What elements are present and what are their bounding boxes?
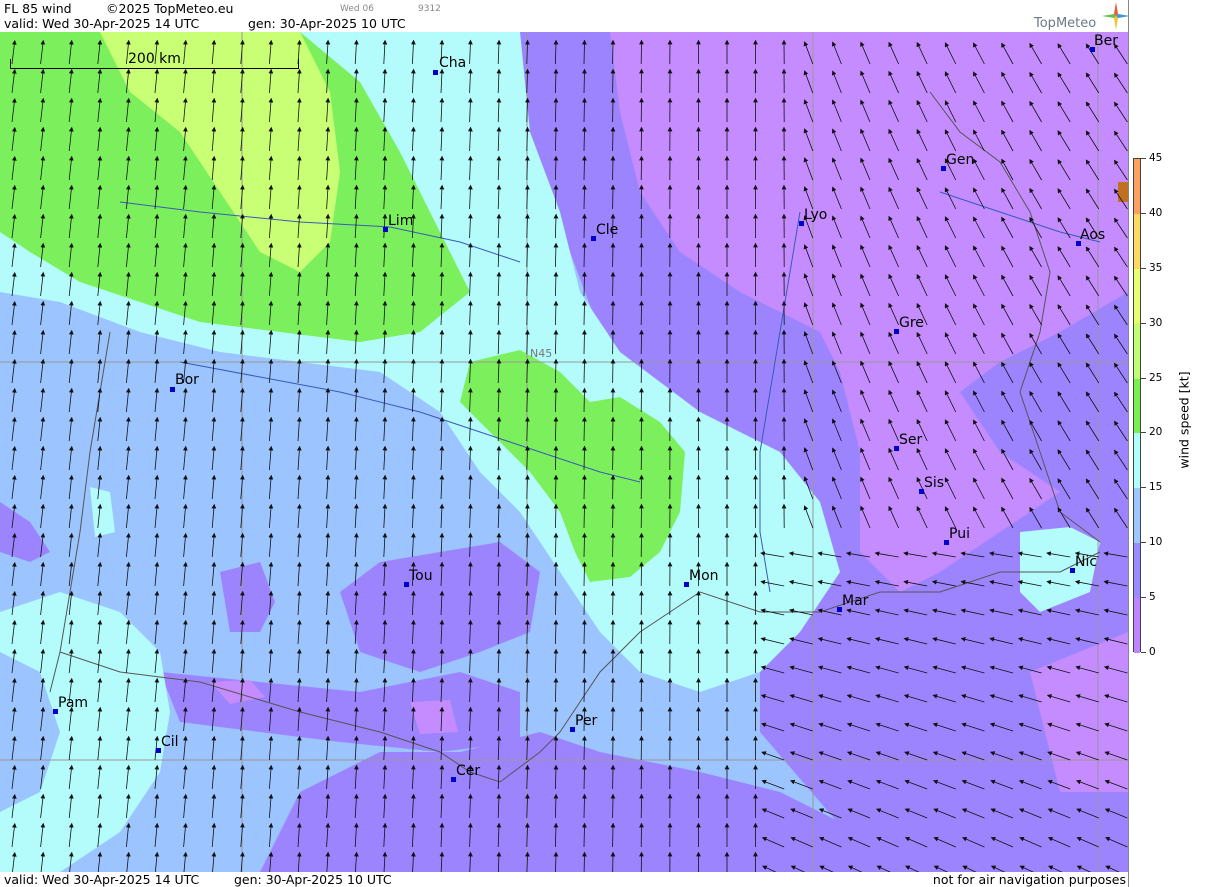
day-tag: Wed 06 bbox=[340, 4, 374, 14]
legend-tick-label: 10 bbox=[1149, 536, 1163, 549]
wind-arrow bbox=[582, 532, 587, 558]
city-per[interactable]: Per bbox=[575, 713, 597, 729]
wind-arrow bbox=[582, 503, 587, 529]
wind-arrow bbox=[582, 300, 587, 326]
legend-tick-mark bbox=[1141, 487, 1146, 489]
city-tou[interactable]: Tou bbox=[409, 568, 433, 584]
legend-tick-label: 20 bbox=[1149, 426, 1163, 439]
topmeteo-logo[interactable]: TopMeteo bbox=[1032, 2, 1130, 32]
city-mon[interactable]: Mon bbox=[689, 568, 719, 584]
city-lyo[interactable]: Lyo bbox=[804, 207, 827, 223]
legend-tick-mark bbox=[1141, 322, 1146, 324]
city-gre[interactable]: Gre bbox=[899, 315, 924, 331]
wind-arrow bbox=[582, 387, 587, 413]
wind-arrow bbox=[582, 68, 587, 94]
legend-tick-mark bbox=[1141, 158, 1146, 159]
legend-segment bbox=[1134, 433, 1140, 489]
city-cer[interactable]: Cer bbox=[456, 763, 480, 779]
legend-tick-mark bbox=[1141, 267, 1146, 269]
wind-arrow bbox=[582, 619, 587, 645]
footer-valid-time: valid: Wed 30-Apr-2025 14 UTC bbox=[4, 872, 200, 887]
legend-segment bbox=[1134, 378, 1140, 434]
city-ser[interactable]: Ser bbox=[899, 432, 922, 448]
city-cha[interactable]: Cha bbox=[439, 55, 466, 71]
legend-tick-label: 40 bbox=[1149, 206, 1163, 219]
wind-arrow bbox=[582, 126, 587, 152]
legend-title: wind speed [kt] bbox=[1176, 371, 1192, 469]
latitude-label: N45 bbox=[530, 347, 553, 360]
wind-arrow bbox=[582, 358, 587, 384]
wind-arrow bbox=[582, 213, 587, 239]
wind-arrow bbox=[582, 822, 587, 848]
wind-arrow bbox=[582, 39, 587, 65]
wind-arrow bbox=[582, 474, 587, 500]
legend-segment bbox=[1134, 323, 1140, 380]
wind-speed-legend: 45 40 35 30 25 20 15 10 5 0 wind speed [kt] bbox=[1128, 0, 1219, 887]
city-cil[interactable]: Cil bbox=[161, 734, 179, 750]
city-pam[interactable]: Pam bbox=[58, 695, 88, 711]
wind-arrow bbox=[582, 242, 587, 268]
wind-arrow bbox=[582, 590, 587, 616]
legend-tick-mark bbox=[1141, 212, 1146, 214]
wind-arrow bbox=[582, 155, 587, 181]
wind-arrow bbox=[582, 677, 587, 703]
city-bor[interactable]: Bor bbox=[175, 372, 199, 388]
wind-arrow bbox=[582, 764, 587, 790]
product-title: FL 85 wind bbox=[4, 1, 72, 16]
legend-tick-mark bbox=[1141, 652, 1146, 653]
city-ber[interactable]: Ber bbox=[1094, 33, 1118, 49]
legend-segment bbox=[1134, 268, 1140, 325]
wind-arrow bbox=[582, 184, 587, 210]
disclaimer: not for air navigation purposes bbox=[932, 872, 1126, 887]
wind-arrow bbox=[582, 329, 587, 355]
wind-arrow bbox=[582, 271, 587, 297]
legend-tick-mark bbox=[1141, 597, 1146, 599]
legend-tick-label: 5 bbox=[1149, 591, 1156, 604]
legend-tick-mark bbox=[1141, 542, 1146, 544]
wind-arrow bbox=[582, 416, 587, 442]
legend-tick-mark bbox=[1141, 377, 1146, 379]
valid-time: valid: Wed 30-Apr-2025 14 UTC bbox=[4, 16, 200, 31]
city-dot bbox=[433, 70, 438, 75]
wind-arrow bbox=[582, 445, 587, 471]
wind-zone-strong-edge bbox=[1118, 182, 1128, 202]
wind-arrow bbox=[582, 97, 587, 123]
legend-tick-label: 45 bbox=[1149, 152, 1163, 164]
gen-time: gen: 30-Apr-2025 10 UTC bbox=[248, 16, 406, 31]
header-bar: FL 85 wind ©2025 TopMeteo.eu Wed 06 9312… bbox=[0, 0, 1128, 32]
legend-tick-label: 25 bbox=[1149, 371, 1163, 384]
wind-arrow bbox=[582, 561, 587, 587]
wind-arrow bbox=[582, 851, 587, 872]
logo-text: TopMeteo bbox=[1034, 16, 1097, 31]
city-aos[interactable]: Aos bbox=[1080, 227, 1105, 243]
legend-tick-label: 30 bbox=[1149, 316, 1163, 329]
legend-tick-mark bbox=[1141, 432, 1146, 434]
legend-tick-label: 0 bbox=[1149, 646, 1156, 658]
legend-segment bbox=[1134, 543, 1140, 599]
city-cle[interactable]: Cle bbox=[596, 222, 618, 238]
code-tag: 9312 bbox=[418, 4, 441, 14]
wind-map[interactable]: 200 km N45 Cha Ber Gen Lim Cle Lyo Aos G… bbox=[0, 32, 1128, 872]
wind-arrow bbox=[582, 735, 587, 761]
city-gen[interactable]: Gen bbox=[946, 152, 974, 168]
city-nic[interactable]: Nic bbox=[1075, 554, 1097, 570]
wind-arrow bbox=[582, 793, 587, 819]
footer-gen-time: gen: 30-Apr-2025 10 UTC bbox=[234, 872, 392, 887]
legend-segment bbox=[1134, 213, 1140, 270]
compass-star-icon bbox=[1102, 2, 1130, 30]
legend-tick-label: 35 bbox=[1149, 261, 1163, 274]
copyright: ©2025 TopMeteo.eu bbox=[106, 1, 234, 16]
footer-bar: valid: Wed 30-Apr-2025 14 UTC gen: 30-Ap… bbox=[0, 872, 1128, 887]
city-mar[interactable]: Mar bbox=[842, 593, 868, 609]
wind-arrow bbox=[582, 648, 587, 674]
city-lim[interactable]: Lim bbox=[388, 213, 413, 229]
legend-segment bbox=[1134, 159, 1140, 215]
legend-tick-label: 15 bbox=[1149, 481, 1163, 494]
legend-segment bbox=[1134, 598, 1140, 654]
scale-label: 200 km bbox=[128, 51, 181, 67]
legend-segment bbox=[1134, 488, 1140, 544]
legend-color-bar bbox=[1133, 158, 1141, 654]
city-sis[interactable]: Sis bbox=[924, 475, 944, 491]
city-pui[interactable]: Pui bbox=[949, 526, 970, 542]
